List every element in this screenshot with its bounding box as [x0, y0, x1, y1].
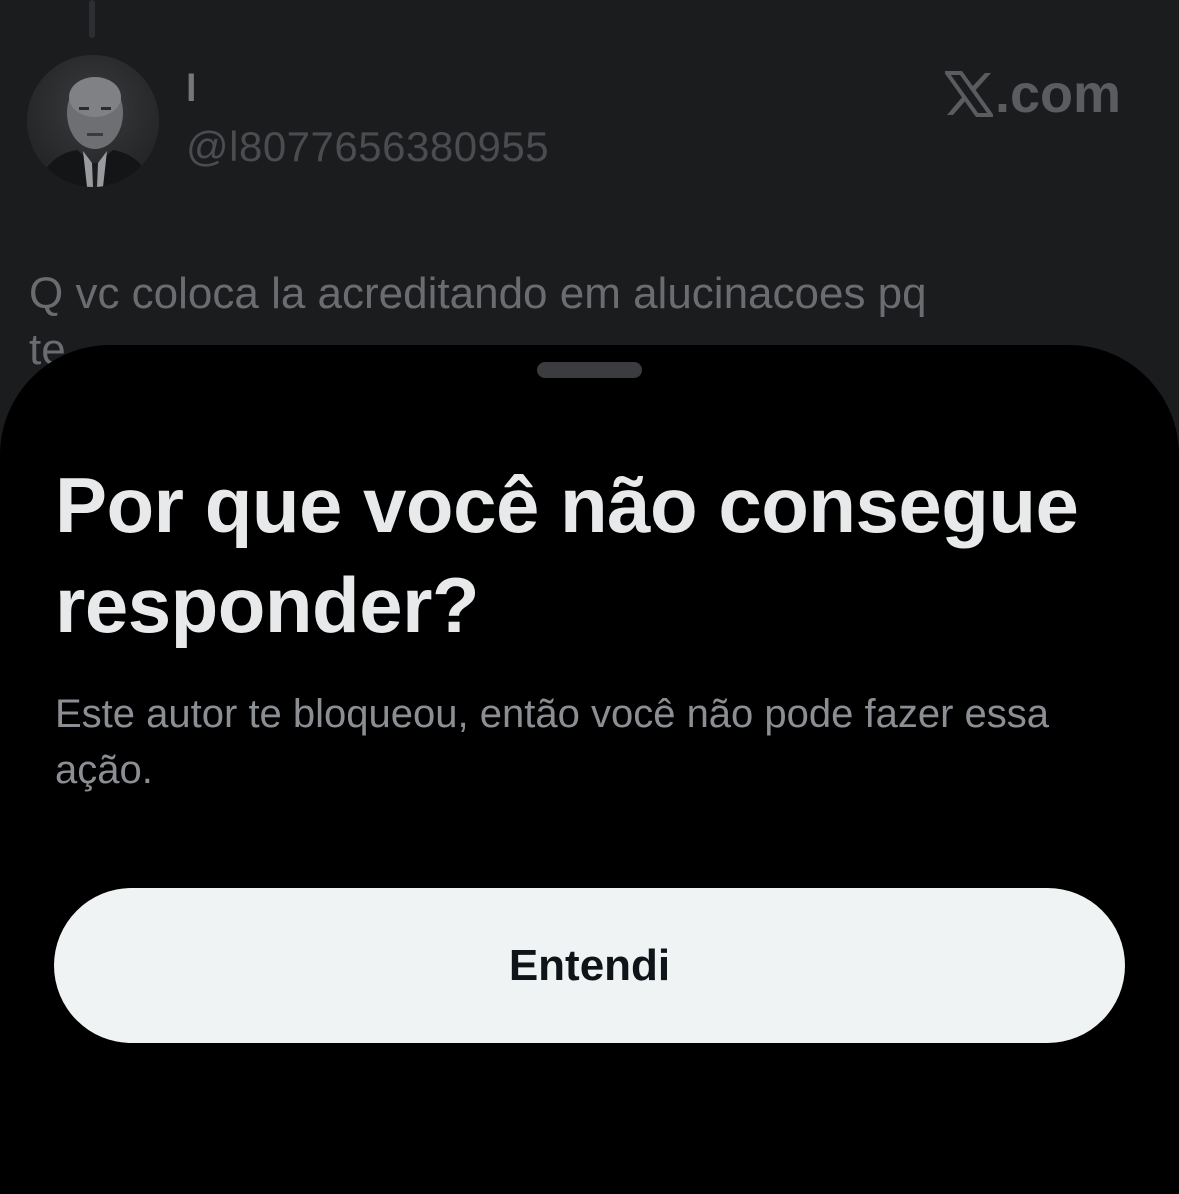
sheet-drag-handle[interactable] [537, 362, 642, 378]
post-author-name: l [186, 68, 197, 110]
got-it-button-label: Entendi [508, 940, 671, 990]
watermark: .com [944, 62, 1121, 126]
post-text-line-1: Q vc coloca la acreditando em alucinacoe… [29, 269, 927, 318]
avatar-image [27, 55, 159, 187]
watermark-text: .com [994, 64, 1121, 124]
thread-connector-line [89, 0, 95, 38]
got-it-button[interactable]: Entendi [54, 888, 1125, 1043]
avatar [27, 55, 159, 187]
sheet-message: Este autor te bloqueou, então você não p… [55, 692, 1050, 792]
x-logo-icon [944, 71, 993, 117]
sheet-title: Por que você não consegue responder? [55, 461, 1079, 649]
post-author-handle: @l8077656380955 [186, 123, 550, 170]
